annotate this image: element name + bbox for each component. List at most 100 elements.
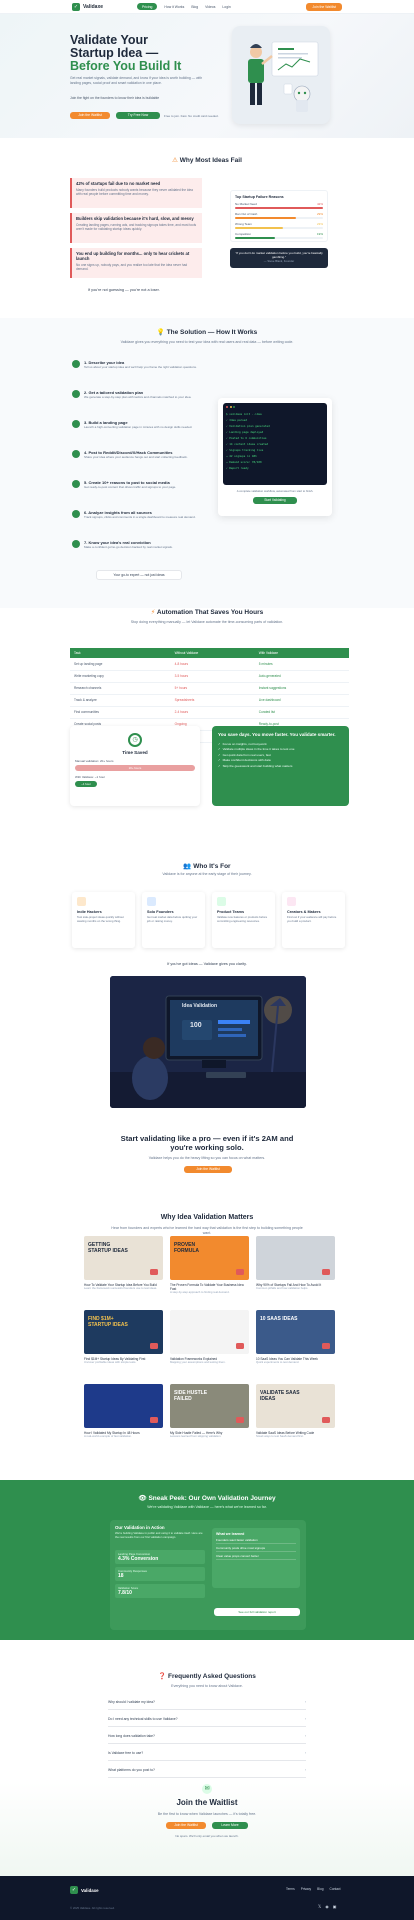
night-scene-image xyxy=(110,976,306,1108)
fail-card-body: Many founders build products nobody want… xyxy=(76,188,193,197)
faq-item[interactable]: Do I need any technical skills to use Va… xyxy=(108,1711,306,1727)
video-card[interactable]: PROVEN FORMULA The Proven Formula To Vali… xyxy=(170,1236,249,1295)
report-button[interactable]: See our full validation report xyxy=(214,1608,300,1616)
video-thumbnail[interactable]: PROVEN FORMULA xyxy=(170,1236,249,1280)
solution-title-text: The Solution — How It Works xyxy=(166,329,258,336)
waitlist-learn-button[interactable]: Learn More xyxy=(212,1822,248,1829)
footer-link-blog[interactable]: Blog xyxy=(317,1887,323,1891)
video-thumbnail[interactable]: SIDE HUSTLE FAILED xyxy=(170,1384,249,1428)
check-icon: ✓ xyxy=(218,752,221,757)
hero-illustration xyxy=(232,26,330,124)
faq-item[interactable]: Is Validaxe free to use? › xyxy=(108,1745,306,1761)
terminal-dot-red xyxy=(226,406,228,408)
brand-name: Validaxe xyxy=(83,3,104,10)
nav-link-active[interactable]: Pricing xyxy=(137,3,158,10)
clock-icon: ◷ xyxy=(128,733,142,747)
faq-item[interactable]: What platforms do you post to? › xyxy=(108,1762,306,1778)
video-card[interactable]: SIDE HUSTLE FAILED My Side Hustle Failed … xyxy=(170,1384,249,1439)
step-number-dot xyxy=(72,360,80,368)
table-cell: 3-5 hours xyxy=(170,670,255,683)
late-night-title: Start validating like a pro — even if it… xyxy=(0,1134,414,1152)
faq-question[interactable]: Is Validaxe free to use? xyxy=(108,1751,143,1755)
solution-step: 7. Know your idea's real conviction Make … xyxy=(72,540,202,549)
failure-reason-pct: 23% xyxy=(316,222,323,226)
footer-link-privacy[interactable]: Privacy xyxy=(301,1887,311,1891)
failure-chart-row: Competition 19% xyxy=(235,232,323,239)
palette-icon xyxy=(287,897,296,906)
persona-card-solo: Solo Founders Get real market data befor… xyxy=(142,892,205,948)
video-thumbnail[interactable] xyxy=(84,1384,163,1428)
step-number-dot xyxy=(72,420,80,428)
faq-question[interactable]: How long does validation take? xyxy=(108,1734,155,1738)
automation-title-text: Automation That Saves You Hours xyxy=(156,609,264,616)
nav-waitlist-button[interactable]: Join the Waitlist xyxy=(306,2,342,11)
step-number-dot xyxy=(72,510,80,518)
failure-reason-label: No Market Need xyxy=(235,202,257,206)
waitlist-join-button[interactable]: Join the Waitlist xyxy=(166,1822,206,1829)
play-icon xyxy=(236,1417,244,1423)
nav-link-how[interactable]: How it Works xyxy=(164,5,184,9)
nav-link-blog[interactable]: Blog xyxy=(191,5,198,9)
x-icon[interactable]: 𝕏 xyxy=(318,1904,321,1909)
late-night-waitlist-button[interactable]: Join the Waitlist xyxy=(184,1166,232,1173)
footer-link-contact[interactable]: Contact xyxy=(330,1887,341,1891)
persona-body: Find out if your audience will pay befor… xyxy=(287,915,337,923)
faq-question[interactable]: Do I need any technical skills to use Va… xyxy=(108,1717,177,1721)
video-thumbnail[interactable]: FIND $1M+ STARTUP IDEAS xyxy=(84,1310,163,1354)
solution-step: 5. Create 10+ reasons to post to social … xyxy=(72,480,202,489)
video-thumbnail[interactable]: GETTING STARTUP IDEAS xyxy=(84,1236,163,1280)
github-icon[interactable]: ◉ xyxy=(325,1904,329,1909)
brand-logo[interactable]: ✓ Validaxe xyxy=(72,2,104,11)
video-card[interactable]: FIND $1M+ STARTUP IDEAS Find $1M+ Startup… xyxy=(84,1310,163,1365)
video-thumbnail[interactable]: 10 SAAS IDEAS xyxy=(256,1310,335,1354)
hero-waitlist-button[interactable]: Join the Waitlist xyxy=(70,112,110,119)
video-thumbnail[interactable] xyxy=(170,1310,249,1354)
footer-links: Terms Privacy Blog Contact xyxy=(286,1887,341,1891)
nav-link-videos[interactable]: Videos xyxy=(205,5,215,9)
waitlist-section: ✉ Join the Waitlist Be the first to know… xyxy=(0,1782,414,1876)
faq-question[interactable]: Why should I validate my idea? xyxy=(108,1700,155,1704)
learned-card: What we learned Founders want faster val… xyxy=(212,1528,300,1588)
footer-brand[interactable]: ✓ Validaxe xyxy=(70,1886,99,1894)
nav-link-login[interactable]: Login xyxy=(222,5,230,9)
validation-stat: Community Responses 18 xyxy=(115,1567,205,1581)
faq-item[interactable]: Why should I validate my idea? › xyxy=(108,1694,306,1710)
video-card[interactable]: 10 SAAS IDEAS 10 SaaS Ideas You Can Valid… xyxy=(256,1310,335,1365)
faq-question[interactable]: What platforms do you post to? xyxy=(108,1768,155,1772)
video-card[interactable]: Why 90% of Startups Fail And How To Avoi… xyxy=(256,1236,335,1291)
thumb-caption: PROVEN FORMULA xyxy=(174,1242,199,1254)
video-card[interactable]: How I Validated My Startup In 48 Hours A … xyxy=(84,1384,163,1439)
solution-section: 💡 The Solution — How It Works Validaxe g… xyxy=(0,318,414,608)
failure-reason-label: Ran Out of Cash xyxy=(235,212,258,216)
terminal-dots xyxy=(226,406,324,408)
play-icon xyxy=(236,1269,244,1275)
start-validating-button[interactable]: Start Validating xyxy=(253,497,297,504)
video-meta: Uncover profitable ideas with simple tes… xyxy=(84,1360,137,1364)
fail-card-2: Builders skip validation because it's ha… xyxy=(70,213,202,243)
failure-chart-row-labels: Competition 19% xyxy=(235,232,323,236)
with-time-bar: ~1 hour xyxy=(75,781,97,787)
video-thumbnail[interactable]: VALIDATE SAAS IDEAS xyxy=(256,1384,335,1428)
failure-bar-fill xyxy=(235,217,296,219)
fail-card-body: No one signs up, nobody pays, and you re… xyxy=(76,263,188,272)
footer-link-terms[interactable]: Terms xyxy=(286,1887,295,1891)
with-label: With Validaxe: ~1 hour xyxy=(75,775,106,779)
step-body: Make a confident go/no-go decision backe… xyxy=(84,545,173,549)
check-icon: ✓ xyxy=(218,758,221,763)
video-meta: Lessons learned from skipping validation… xyxy=(170,1434,222,1438)
video-thumbnail[interactable] xyxy=(256,1236,335,1280)
stat-value: 7.8/10 xyxy=(118,1590,132,1596)
chevron-down-icon: › xyxy=(304,1733,306,1738)
video-card[interactable]: GETTING STARTUP IDEAS How To Validate You… xyxy=(84,1236,163,1291)
faq-item[interactable]: How long does validation take? › xyxy=(108,1728,306,1744)
video-meta: Smart ways to test SaaS demand first. xyxy=(256,1434,304,1438)
table-cell: Spreadsheets xyxy=(170,694,255,707)
failure-bar-track xyxy=(235,237,323,239)
hero-try-button[interactable]: Try Free Now xyxy=(116,112,160,119)
video-card[interactable]: VALIDATE SAAS IDEAS Validate SaaS Ideas B… xyxy=(256,1384,335,1439)
footer-brand-name: Validaxe xyxy=(81,1887,99,1893)
question-icon: ❓ xyxy=(158,1673,168,1680)
video-card[interactable]: Validation Frameworks Explained Mapping y… xyxy=(170,1310,249,1365)
linkedin-icon[interactable]: ▣ xyxy=(333,1904,337,1909)
late-night-title-line2: you're working solo. xyxy=(170,1143,244,1152)
